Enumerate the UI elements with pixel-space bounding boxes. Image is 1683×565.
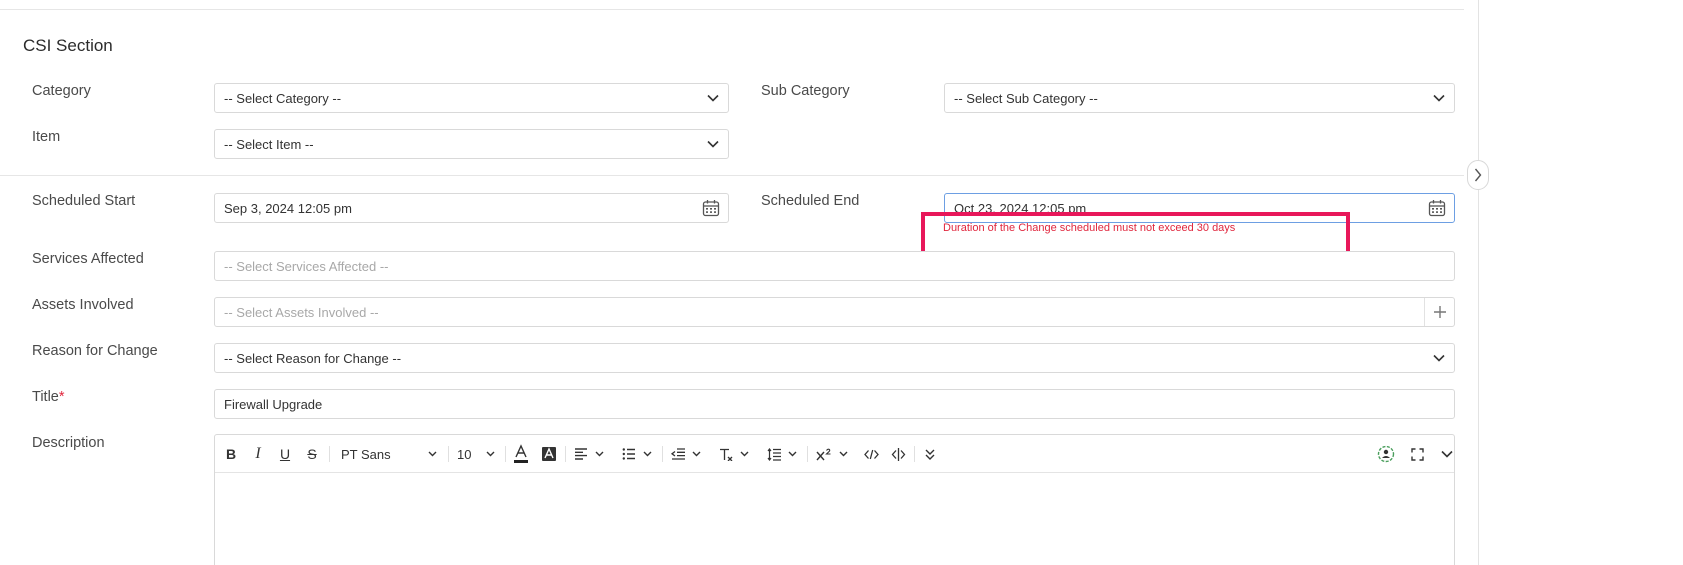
font-size-select[interactable]: 10 — [453, 435, 499, 473]
chevron-down-icon — [486, 451, 495, 457]
chevron-down-icon — [740, 451, 749, 457]
clear-formatting-icon — [720, 448, 733, 461]
scheduled-start-label: Scheduled Start — [32, 193, 136, 209]
outdent-icon — [671, 448, 685, 460]
font-family-value: PT Sans — [341, 446, 391, 462]
fullscreen-icon[interactable] — [1407, 435, 1427, 473]
required-mark: * — [58, 389, 65, 405]
chevron-down-icon — [692, 451, 701, 457]
item-value: -- Select Item -- — [224, 136, 314, 152]
chevron-down-icon — [595, 451, 604, 457]
chevron-down-icon — [788, 451, 797, 457]
superscript-menu[interactable] — [813, 435, 851, 473]
top-divider — [0, 9, 1464, 10]
services-affected-label: Services Affected — [32, 251, 144, 267]
category-label: Category — [32, 83, 91, 99]
chevron-down-icon — [839, 451, 848, 457]
editor-content-area[interactable] — [215, 473, 1454, 565]
scheduled-end-label: Scheduled End — [761, 193, 860, 209]
reason-for-change-value: -- Select Reason for Change -- — [224, 350, 402, 366]
services-affected-placeholder: -- Select Services Affected -- — [224, 258, 389, 274]
section-title: CSI Section — [23, 36, 113, 55]
services-affected-input[interactable]: -- Select Services Affected -- — [214, 251, 1455, 281]
strikethrough-icon[interactable]: S — [302, 435, 322, 473]
font-family-select[interactable]: PT Sans — [335, 435, 443, 473]
scheduled-start-input[interactable]: Sep 3, 2024 12:05 pm — [214, 193, 729, 223]
item-label: Item — [32, 129, 61, 145]
item-select[interactable]: -- Select Item -- — [214, 129, 729, 159]
code-icon[interactable] — [861, 435, 881, 473]
reason-for-change-select[interactable]: -- Select Reason for Change -- — [214, 343, 1455, 373]
reason-for-change-label: Reason for Change — [32, 343, 158, 359]
title-label: Title* — [32, 389, 65, 405]
assets-involved-label: Assets Involved — [32, 297, 134, 313]
sub-category-select[interactable]: -- Select Sub Category -- — [944, 83, 1455, 113]
chevron-down-icon — [698, 130, 728, 158]
description-label: Description — [32, 435, 105, 451]
font-size-value: 10 — [457, 446, 472, 462]
chevron-down-icon — [428, 451, 437, 457]
line-height-icon — [767, 447, 781, 461]
toolbar-separator — [448, 446, 449, 462]
chevron-down-icon — [1424, 84, 1454, 112]
right-panel-divider — [1478, 0, 1479, 565]
assets-involved-input[interactable]: -- Select Assets Involved -- — [214, 297, 1455, 327]
title-input[interactable]: Firewall Upgrade — [214, 389, 1455, 419]
sub-category-label: Sub Category — [761, 83, 850, 99]
align-menu[interactable] — [571, 435, 607, 473]
toolbar-separator — [807, 446, 808, 462]
toolbar-separator — [505, 446, 506, 462]
indent-menu[interactable] — [668, 435, 704, 473]
line-height-menu[interactable] — [764, 435, 800, 473]
add-asset-button[interactable] — [1424, 298, 1454, 326]
text-color-icon[interactable] — [511, 435, 531, 473]
highlight-color-icon[interactable] — [539, 435, 559, 473]
category-value: -- Select Category -- — [224, 90, 342, 106]
calendar-icon[interactable] — [1420, 194, 1454, 222]
underline-icon[interactable]: U — [275, 435, 295, 473]
chevron-down-icon — [698, 84, 728, 112]
section-divider — [0, 175, 1464, 176]
description-editor[interactable]: B I U S PT Sans 10 — [214, 434, 1455, 565]
scheduled-start-value: Sep 3, 2024 12:05 pm — [224, 200, 352, 216]
collapse-panel-toggle[interactable] — [1467, 160, 1489, 190]
chevron-down-icon[interactable] — [1437, 435, 1457, 473]
list-menu[interactable] — [619, 435, 655, 473]
chevron-right-icon — [1474, 168, 1482, 182]
sub-category-value: -- Select Sub Category -- — [954, 90, 1098, 106]
italic-icon[interactable]: I — [248, 435, 268, 473]
bold-icon[interactable]: B — [221, 435, 241, 473]
toolbar-separator — [329, 446, 330, 462]
editor-toolbar: B I U S PT Sans 10 — [215, 435, 1454, 473]
toolbar-separator — [914, 446, 915, 462]
chevron-down-icon — [643, 451, 652, 457]
code-block-icon[interactable] — [888, 435, 908, 473]
toolbar-separator — [662, 446, 663, 462]
user-insert-icon[interactable] — [1375, 435, 1397, 473]
chevron-down-icon — [1424, 344, 1454, 372]
toolbar-separator — [565, 446, 566, 462]
category-select[interactable]: -- Select Category -- — [214, 83, 729, 113]
align-left-icon — [575, 448, 587, 460]
clear-format-menu[interactable] — [716, 435, 752, 473]
assets-involved-placeholder: -- Select Assets Involved -- — [224, 304, 379, 320]
title-value: Firewall Upgrade — [224, 396, 323, 412]
more-options-icon[interactable] — [920, 435, 940, 473]
plus-icon — [1433, 306, 1446, 318]
superscript-icon — [816, 448, 831, 460]
bulleted-list-icon — [622, 448, 635, 460]
title-label-text: Title — [32, 389, 59, 405]
calendar-icon[interactable] — [694, 194, 728, 222]
